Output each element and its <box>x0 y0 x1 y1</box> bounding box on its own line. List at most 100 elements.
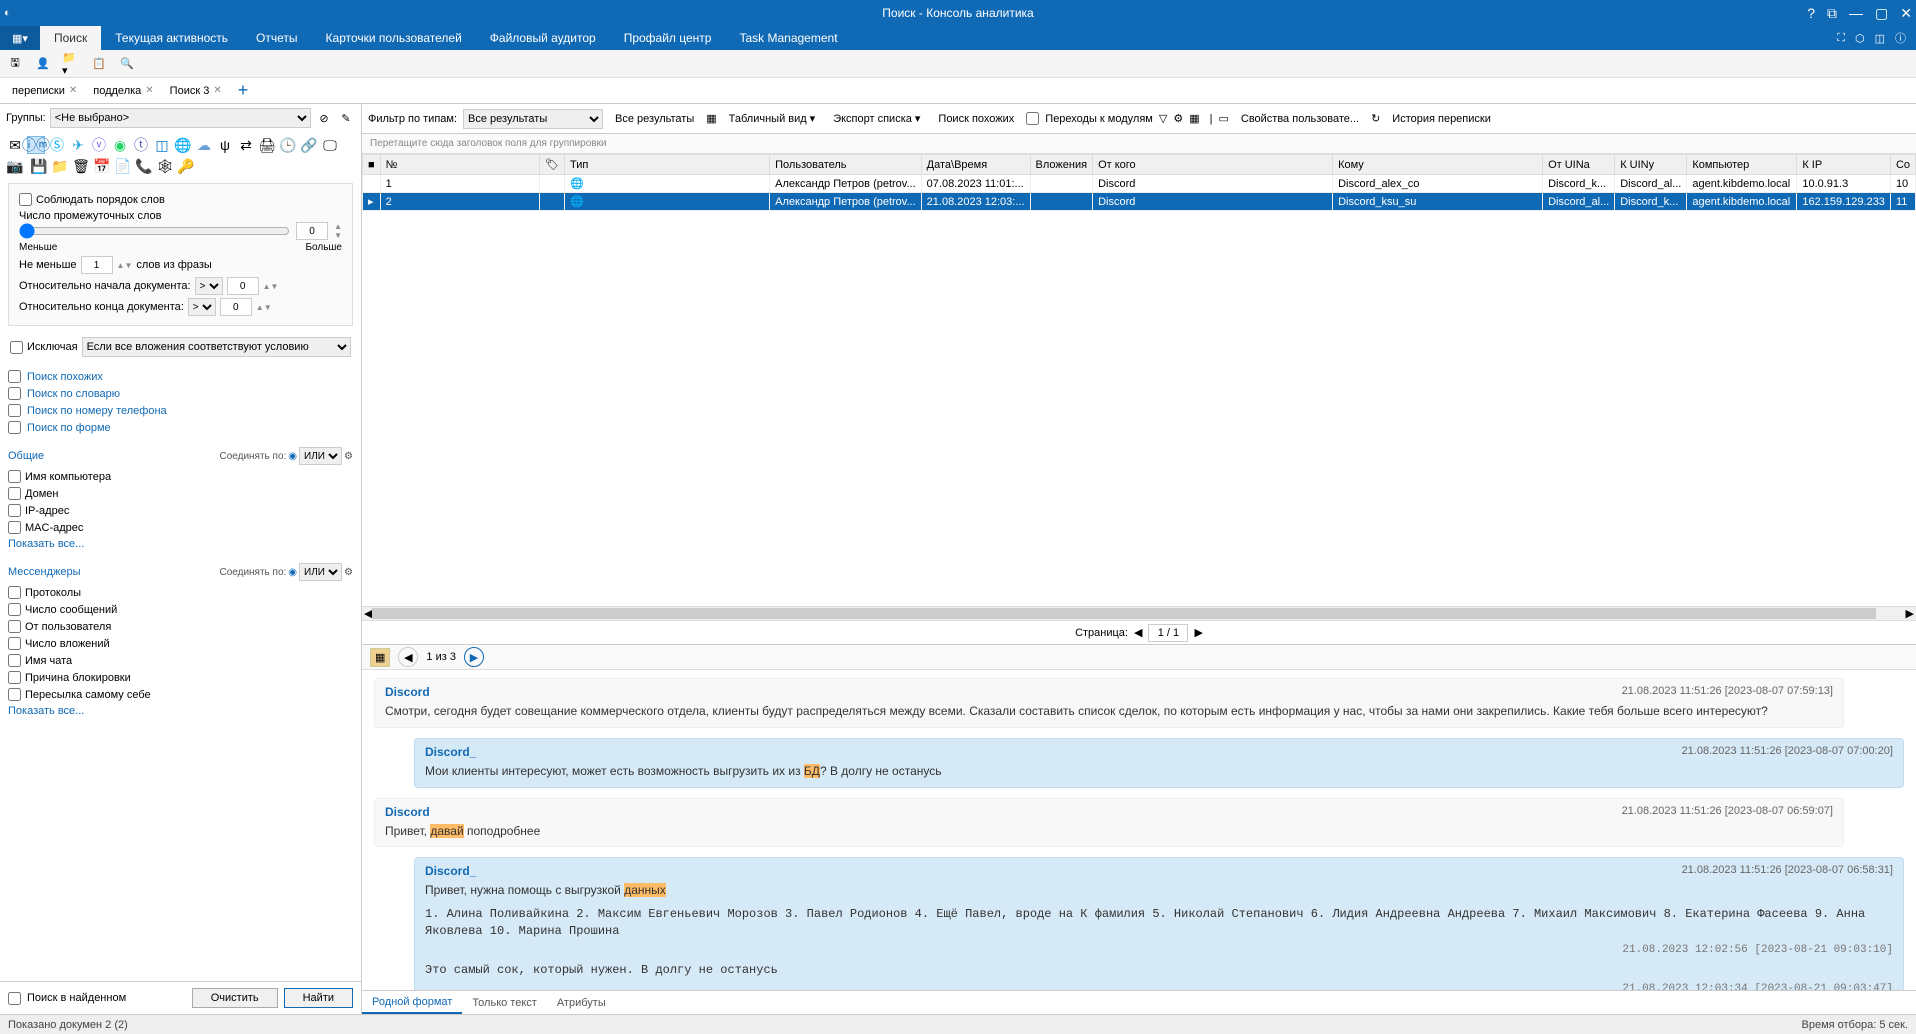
link-icon[interactable]: 🔗 <box>300 136 318 154</box>
check-attcount[interactable]: Число вложений <box>8 635 353 652</box>
info-icon[interactable]: ⓘ <box>1895 30 1906 46</box>
preview-prev-icon[interactable]: ◀ <box>398 647 418 667</box>
edit-groups-icon[interactable]: ✎ <box>337 109 355 127</box>
web-icon[interactable]: 🌐 <box>174 136 192 154</box>
col-tag[interactable]: 🏷 <box>540 155 565 175</box>
cam-icon[interactable]: 📷 <box>6 157 24 175</box>
hex-icon[interactable]: ⬡ <box>1855 32 1865 45</box>
disk-icon[interactable]: 💾 <box>30 157 48 175</box>
calendar-icon[interactable]: 📅 <box>93 157 111 175</box>
vtab-native[interactable]: Родной формат <box>362 992 462 1014</box>
search-tab-2[interactable]: Поиск 3✕ <box>162 81 230 101</box>
spinner4-icon[interactable]: ▲▼ <box>256 303 272 312</box>
trash-icon[interactable]: 🗑 <box>72 157 90 175</box>
gear-icon[interactable]: ⚙ <box>344 451 353 462</box>
cloud-icon[interactable]: ☁ <box>195 136 213 154</box>
usb-icon[interactable]: ψ <box>216 136 234 154</box>
col-comp[interactable]: Компьютер <box>1687 155 1797 175</box>
tab-profile[interactable]: Профайл центр <box>610 26 726 50</box>
whatsapp-icon[interactable]: ◉ <box>111 136 129 154</box>
close-tab-1-icon[interactable]: ✕ <box>145 85 153 96</box>
save-icon[interactable]: 🖫 <box>6 55 24 73</box>
check-msgcount[interactable]: Число сообщений <box>8 601 353 618</box>
add-tab-icon[interactable]: + <box>230 80 257 101</box>
user-props-btn[interactable]: Свойства пользовате... <box>1235 111 1365 127</box>
spinner2-icon[interactable]: ▲▼ <box>117 261 133 270</box>
gap-slider[interactable] <box>19 223 290 239</box>
tab-activity[interactable]: Текущая активность <box>101 26 242 50</box>
search-tab-0[interactable]: переписки✕ <box>4 81 85 101</box>
groups-select[interactable]: <Не выбрано> <box>50 108 311 128</box>
attach-cond-select[interactable]: Если все вложения соответствуют условию <box>82 337 351 357</box>
screen-icon[interactable]: 🖵 <box>321 136 339 154</box>
copy-icon[interactable]: 📋 <box>90 55 108 73</box>
outlook-icon[interactable]: ◫ <box>153 136 171 154</box>
rel-end-val[interactable] <box>220 298 252 316</box>
tab-file-audit[interactable]: Файловый аудитор <box>476 26 610 50</box>
table-row[interactable]: 1🌐Александр Петров (petrov...07.08.2023 … <box>363 175 1916 193</box>
close-tab-2-icon[interactable]: ✕ <box>213 85 221 96</box>
user-icon[interactable]: 👤 <box>34 55 52 73</box>
general-show-all[interactable]: Показать все... <box>8 536 353 552</box>
preview-mode-icon[interactable]: ▦ <box>370 648 390 667</box>
teams-icon[interactable]: ⓣ <box>132 136 150 154</box>
history-btn[interactable]: История переписки <box>1386 111 1497 127</box>
history-icon[interactable]: ↻ <box>1371 112 1380 125</box>
key-icon[interactable]: 🔑 <box>177 157 195 175</box>
observe-order-check[interactable] <box>19 193 32 206</box>
minimize-icon[interactable]: — <box>1849 5 1863 22</box>
tab-reports[interactable]: Отчеты <box>242 26 311 50</box>
col-user[interactable]: Пользователь <box>770 155 922 175</box>
expand-icon[interactable]: ⛶ <box>1837 32 1845 45</box>
close-icon[interactable]: ✕ <box>1900 5 1912 22</box>
all-results-btn[interactable]: Все результаты <box>609 111 700 127</box>
share-icon[interactable]: ⇄ <box>237 136 255 154</box>
general-join-select[interactable]: ИЛИ <box>299 447 342 465</box>
col-tuin[interactable]: К UINу <box>1615 155 1687 175</box>
print-icon[interactable]: 🖨 <box>258 136 276 154</box>
similar-btn[interactable]: Поиск похожих <box>932 111 1020 127</box>
spinner-icon[interactable]: ▲▼ <box>334 222 342 240</box>
folder2-icon[interactable]: 📁 <box>51 157 69 175</box>
table-row[interactable]: ▸2🌐Александр Петров (petrov...21.08.2023… <box>363 193 1916 211</box>
tab-search[interactable]: Поиск <box>40 26 101 50</box>
col-num[interactable]: № <box>380 155 539 175</box>
at-least-value[interactable] <box>81 256 113 274</box>
folder-icon[interactable]: 📁▾ <box>62 55 80 73</box>
filter1-icon[interactable]: ▽ <box>1159 112 1167 125</box>
check-form[interactable]: Поиск по форме <box>8 419 353 436</box>
filter3-icon[interactable]: ▦ <box>1189 112 1199 125</box>
gap-value[interactable] <box>296 222 328 240</box>
tab-task[interactable]: Task Management <box>725 26 851 50</box>
search-tab-1[interactable]: подделка✕ <box>85 81 161 101</box>
col-datetime[interactable]: Дата\Время <box>921 155 1030 175</box>
search-in-found-check[interactable] <box>8 992 21 1005</box>
col-type[interactable]: Тип <box>565 155 770 175</box>
check-phone[interactable]: Поиск по номеру телефона <box>8 402 353 419</box>
check-compname[interactable]: Имя компьютера <box>8 468 353 485</box>
skype-icon[interactable]: Ⓢ <box>48 136 66 154</box>
messengers-join-select[interactable]: ИЛИ <box>299 563 342 581</box>
check-protocols[interactable]: Протоколы <box>8 584 353 601</box>
clear-button[interactable]: Очистить <box>192 988 278 1008</box>
check-domain[interactable]: Домен <box>8 485 353 502</box>
close-tab-0-icon[interactable]: ✕ <box>69 85 77 96</box>
grid-icon[interactable]: ▦ <box>706 112 716 125</box>
app-menu-icon[interactable]: ▦▾ <box>0 26 40 50</box>
cube-icon[interactable]: ◫ <box>1875 32 1885 45</box>
table-view-btn[interactable]: Табличный вид ▾ <box>723 110 822 127</box>
rel-start-val[interactable] <box>227 277 259 295</box>
check-chatname[interactable]: Имя чата <box>8 652 353 669</box>
clear-groups-icon[interactable]: ⊘ <box>315 109 333 127</box>
goto-modules-check[interactable] <box>1026 112 1039 125</box>
vtab-text[interactable]: Только текст <box>462 993 547 1013</box>
check-ip[interactable]: IP-адрес <box>8 502 353 519</box>
col-fuin[interactable]: От UINa <box>1543 155 1615 175</box>
col-to[interactable]: Кому <box>1333 155 1543 175</box>
col-attach[interactable]: Вложения <box>1030 155 1093 175</box>
check-forwardself[interactable]: Пересылка самому себе <box>8 686 353 703</box>
tab-cards[interactable]: Карточки пользователей <box>312 26 476 50</box>
scroll-thumb[interactable] <box>372 608 1876 619</box>
usercard-icon[interactable]: ▭ <box>1218 112 1228 125</box>
gear2-icon[interactable]: ⚙ <box>344 567 353 578</box>
